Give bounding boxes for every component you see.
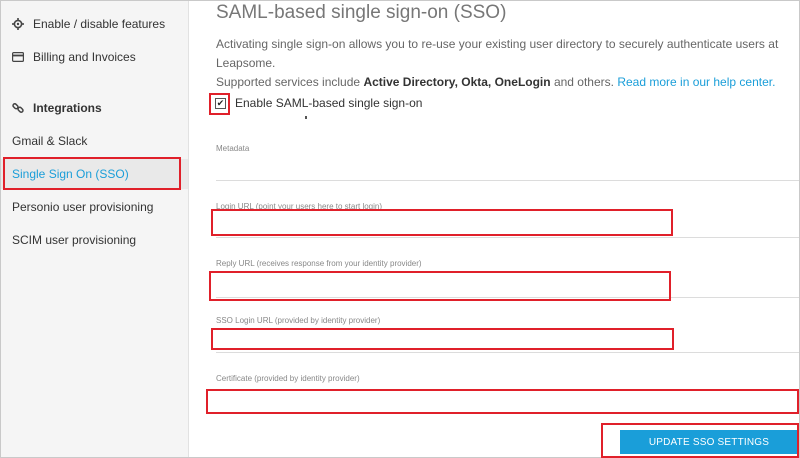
page-description: Activating single sign-on allows you to … [216,35,796,92]
description-services: Active Directory, Okta, OneLogin [363,75,551,89]
enable-sso-checkbox[interactable]: ✔ [215,97,226,109]
link-icon [11,101,25,115]
reply-url-input[interactable] [214,273,673,297]
sidebar-section-integrations[interactable]: Integrations [1,93,188,123]
sidebar-item-label: Personio user provisioning [12,200,154,214]
help-center-link[interactable]: Read more in our help center. [617,75,775,89]
sidebar-item-label: SCIM user provisioning [12,233,137,247]
credit-card-icon [11,50,25,64]
login-url-input[interactable] [214,213,673,237]
sidebar-item-gmail-slack[interactable]: Gmail & Slack [1,126,188,156]
gear-icon [11,17,25,31]
description-line-1: Activating single sign-on allows you to … [216,37,779,70]
reply-url-label: Reply URL (receives response from your i… [216,259,422,268]
sidebar-item-personio[interactable]: Personio user provisioning [1,192,188,222]
sidebar-item-billing[interactable]: Billing and Invoices [1,42,188,72]
sidebar-item-label: Integrations [33,101,102,115]
main-content: SAML-based single sign-on (SSO) Activati… [189,0,800,458]
certificate-underline [216,413,799,414]
description-prefix: Supported services include [216,75,361,89]
login-url-label: Login URL (point your users here to star… [216,202,383,211]
check-icon: ✔ [216,97,225,108]
certificate-label: Certificate (provided by identity provid… [216,374,360,383]
reply-url-underline [216,297,799,298]
sso-login-url-input[interactable] [214,328,673,352]
sidebar-item-label: Billing and Invoices [33,50,136,64]
sidebar-item-label: Enable / disable features [33,17,166,31]
sidebar-item-label: Single Sign On (SSO) [12,167,129,181]
sidebar-item-sso[interactable]: Single Sign On (SSO) [1,159,188,189]
metadata-input[interactable] [214,156,800,180]
sidebar-item-scim[interactable]: SCIM user provisioning [1,225,188,255]
description-and: and others. [553,75,614,89]
sso-login-url-label: SSO Login URL (provided by identity prov… [216,316,381,325]
sso-login-url-underline [216,352,799,353]
enable-sso-row: ✔ Enable SAML-based single sign-on [215,96,422,110]
sidebar-item-features[interactable]: Enable / disable features [1,9,188,39]
enable-sso-label: Enable SAML-based single sign-on [235,96,423,110]
update-sso-settings-button[interactable]: UPDATE SSO SETTINGS [620,430,798,454]
login-url-underline [216,237,799,238]
page-title: SAML-based single sign-on (SSO) [216,2,507,23]
sidebar: Enable / disable features Billing and In… [1,1,189,457]
sidebar-item-label: Gmail & Slack [12,134,88,148]
metadata-label: Metadata [216,144,250,153]
cursor-dot [305,116,307,119]
metadata-underline [216,180,799,181]
certificate-input[interactable] [214,389,798,413]
